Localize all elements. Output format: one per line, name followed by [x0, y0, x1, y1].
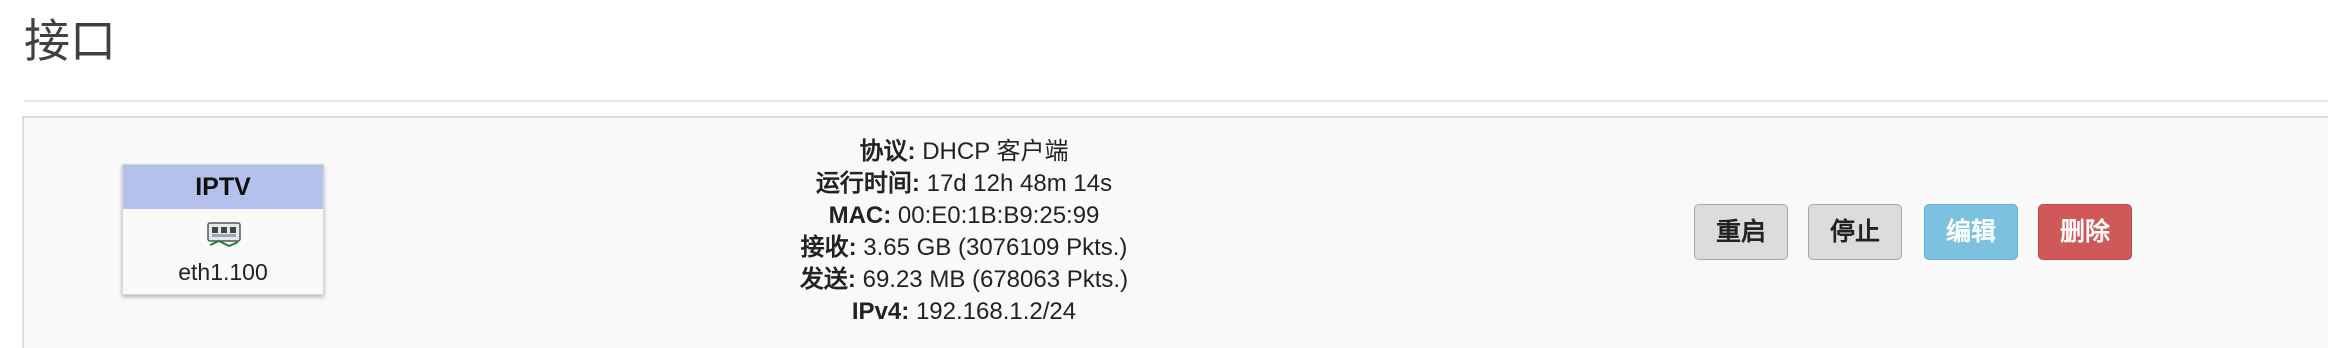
info-uptime: 运行时间: 17d 12h 48m 14s: [564, 168, 1364, 200]
delete-button[interactable]: 删除: [2038, 204, 2132, 260]
rx-value: 3.65 GB (3076109 Pkts.): [863, 234, 1128, 261]
page-title: 接口: [24, 14, 116, 68]
ethernet-port-icon: [207, 222, 241, 248]
ipv4-label: IPv4:: [851, 298, 910, 325]
protocol-label: 协议:: [859, 138, 916, 165]
info-ipv4: IPv4: 192.168.1.2/24: [564, 296, 1364, 328]
mac-label: MAC:: [828, 202, 892, 229]
uptime-label: 运行时间:: [815, 170, 920, 197]
restart-button[interactable]: 重启: [1694, 204, 1788, 260]
info-protocol: 协议: DHCP 客户端: [564, 136, 1364, 168]
info-rx: 接收: 3.65 GB (3076109 Pkts.): [564, 232, 1364, 264]
rx-label: 接收:: [800, 234, 857, 261]
interface-device: eth1.100: [178, 259, 268, 285]
interface-info: 协议: DHCP 客户端 运行时间: 17d 12h 48m 14s MAC: …: [564, 136, 1364, 328]
info-mac: MAC: 00:E0:1B:B9:25:99: [564, 200, 1364, 232]
stop-button[interactable]: 停止: [1808, 204, 1902, 260]
interface-badge: IPTV eth1.100: [122, 164, 324, 295]
uptime-value: 17d 12h 48m 14s: [926, 170, 1113, 197]
title-divider: [24, 100, 2328, 102]
info-tx: 发送: 69.23 MB (678063 Pkts.): [564, 264, 1364, 296]
protocol-value: DHCP 客户端: [922, 138, 1069, 165]
interface-row: IPTV eth1.100 协议: DHCP 客户端 运行时间: 17d 12h…: [22, 116, 2328, 348]
mac-value: 00:E0:1B:B9:25:99: [897, 202, 1100, 229]
ipv4-value: 192.168.1.2/24: [915, 298, 1077, 325]
tx-label: 发送:: [799, 266, 856, 293]
interface-name: IPTV: [123, 165, 323, 209]
tx-value: 69.23 MB (678063 Pkts.): [862, 266, 1129, 293]
edit-button[interactable]: 编辑: [1924, 204, 2018, 260]
